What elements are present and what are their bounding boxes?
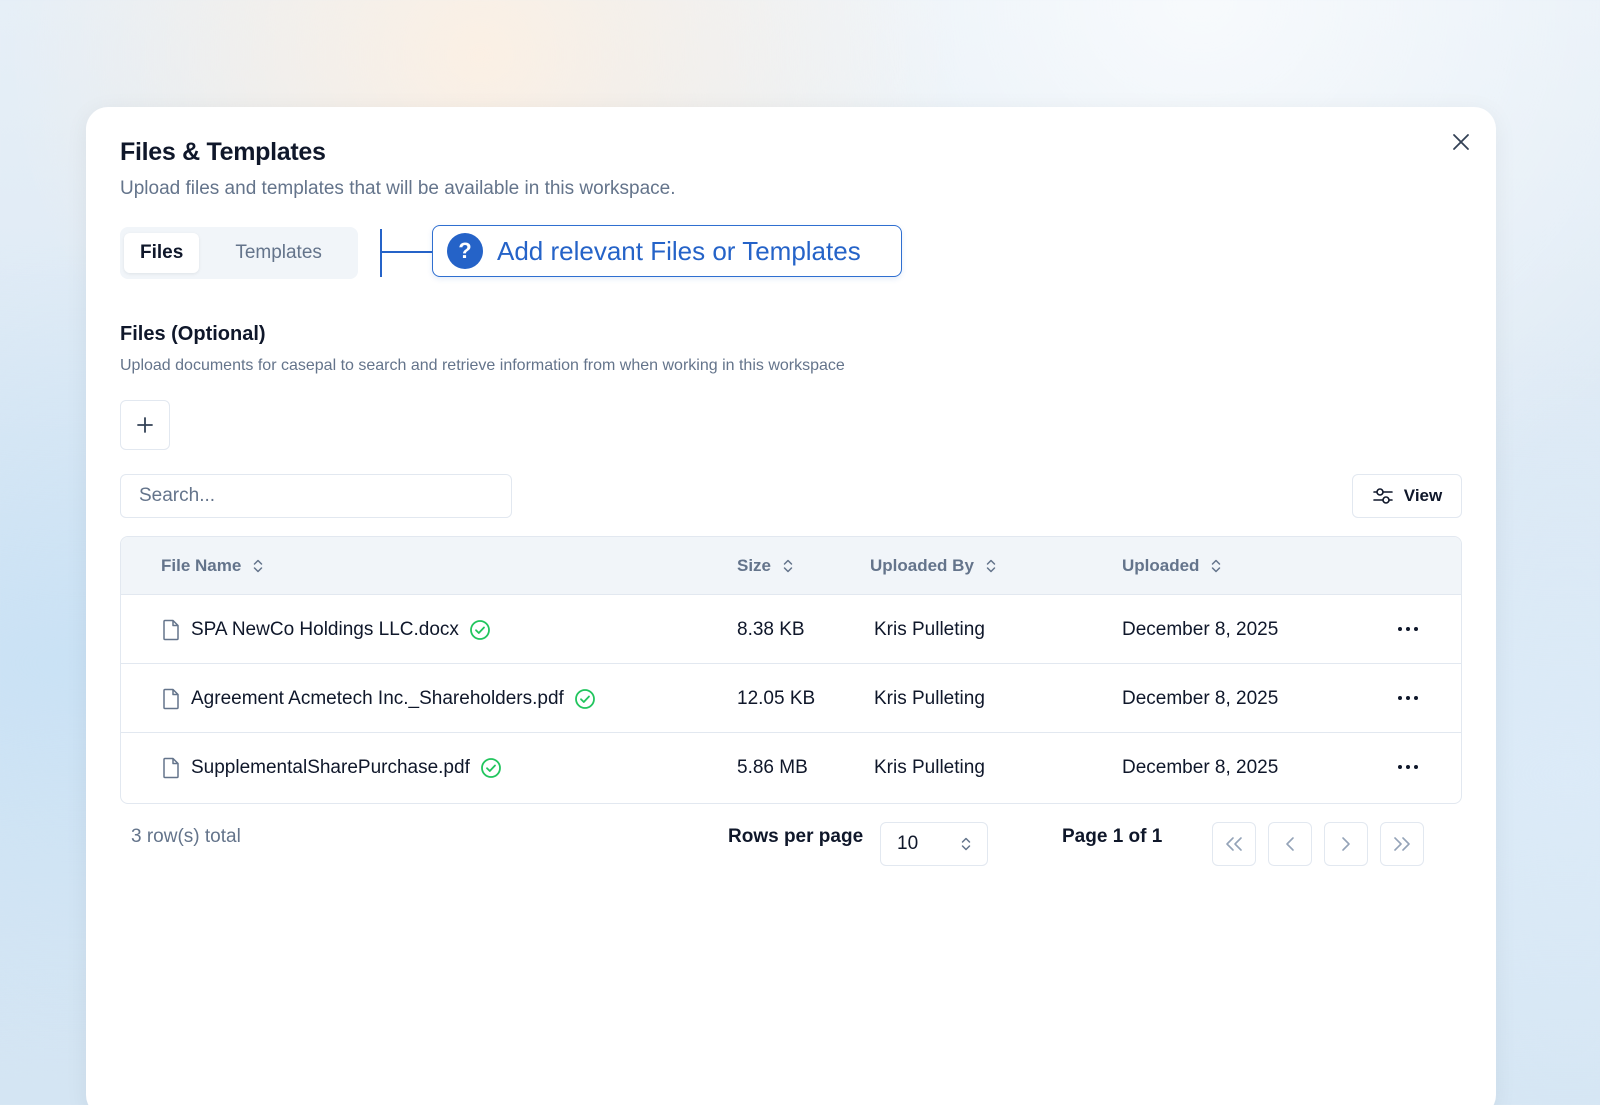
column-header-size[interactable]: Size [737, 537, 793, 595]
file-size: 5.86 MB [737, 756, 808, 778]
rows-per-page-value: 10 [897, 833, 919, 854]
row-actions-button[interactable] [1395, 755, 1421, 779]
file-name-cell: SPA NewCo Holdings LLC.docx [161, 595, 491, 664]
close-button[interactable] [1448, 129, 1474, 155]
more-horizontal-icon [1398, 696, 1418, 700]
section-title: Files (Optional) [120, 323, 266, 345]
column-header-uploaded-by[interactable]: Uploaded By [870, 537, 996, 595]
uploaded-date: December 8, 2025 [1122, 756, 1279, 778]
chevrons-left-icon [1226, 837, 1242, 851]
check-circle-icon [480, 757, 501, 778]
sort-icon [1212, 559, 1221, 573]
section-description: Upload documents for casepal to search a… [120, 357, 845, 374]
file-icon [163, 688, 179, 709]
view-button[interactable]: View [1352, 474, 1462, 518]
files-table: File Name Size Uploaded By Uploaded SPA … [120, 536, 1462, 804]
question-icon: ? [447, 233, 483, 269]
close-icon [1453, 134, 1469, 150]
check-circle-icon [470, 619, 490, 640]
row-actions-button[interactable] [1395, 617, 1421, 641]
file-size: 8.38 KB [737, 618, 805, 640]
column-header-label: Size [737, 556, 772, 575]
uploaded-date: December 8, 2025 [1122, 687, 1279, 709]
search-input[interactable] [120, 474, 512, 518]
dialog-subtitle: Upload files and templates that will be … [120, 178, 676, 199]
plus-icon [137, 417, 153, 433]
file-icon [163, 619, 179, 640]
tab-files[interactable]: Files [124, 233, 200, 273]
hint-callout: ? Add relevant Files or Templates [432, 225, 902, 277]
first-page-button[interactable] [1212, 822, 1256, 866]
uploaded-by: Kris Pulleting [874, 756, 985, 778]
column-header-file-name[interactable]: File Name [161, 537, 263, 595]
rows-per-page-select[interactable]: 10 [880, 822, 988, 866]
file-name: Agreement Acmetech Inc._Shareholders.pdf [191, 687, 564, 709]
column-header-label: Uploaded [1122, 556, 1200, 575]
last-page-button[interactable] [1380, 822, 1424, 866]
uploaded-by: Kris Pulleting [874, 618, 985, 640]
dialog-title: Files & Templates [120, 138, 326, 166]
uploaded-by: Kris Pulleting [874, 687, 985, 709]
row-actions-button[interactable] [1395, 686, 1421, 710]
tab-templates[interactable]: Templates [217, 233, 340, 273]
file-icon [163, 757, 179, 778]
next-page-button[interactable] [1324, 822, 1368, 866]
file-name-cell: SupplementalSharePurchase.pdf [161, 733, 502, 802]
sliders-icon [1372, 488, 1393, 504]
table-row[interactable]: SupplementalSharePurchase.pdf 5.86 MB Kr… [121, 733, 1461, 802]
sort-icon [254, 559, 263, 573]
tab-list: Files Templates [120, 227, 358, 279]
row-count: 3 row(s) total [131, 826, 241, 847]
hint-text: Add relevant Files or Templates [497, 235, 861, 266]
view-button-label: View [1403, 486, 1443, 505]
more-horizontal-icon [1398, 765, 1418, 769]
column-header-label: Uploaded By [870, 556, 974, 575]
page-info: Page 1 of 1 [1062, 826, 1163, 847]
files-templates-dialog: Files & Templates Upload files and templ… [86, 107, 1496, 1105]
chevron-up-down-icon [961, 837, 971, 851]
uploaded-date: December 8, 2025 [1122, 618, 1279, 640]
add-file-button[interactable] [120, 400, 170, 450]
file-name-cell: Agreement Acmetech Inc._Shareholders.pdf [161, 664, 596, 733]
hint-connector-line [381, 251, 433, 253]
sort-icon [986, 559, 996, 573]
table-row[interactable]: SPA NewCo Holdings LLC.docx 8.38 KB Kris… [121, 595, 1461, 664]
file-size: 12.05 KB [737, 687, 816, 709]
previous-page-button[interactable] [1268, 822, 1312, 866]
sort-icon [783, 559, 793, 573]
column-header-uploaded[interactable]: Uploaded [1122, 537, 1221, 595]
chevron-right-icon [1342, 837, 1350, 851]
table-header: File Name Size Uploaded By Uploaded [121, 537, 1461, 595]
hint-connector [380, 229, 382, 277]
file-name: SupplementalSharePurchase.pdf [191, 756, 470, 778]
column-header-label: File Name [161, 556, 242, 575]
more-horizontal-icon [1398, 627, 1418, 631]
chevrons-right-icon [1394, 837, 1410, 851]
table-row[interactable]: Agreement Acmetech Inc._Shareholders.pdf… [121, 664, 1461, 733]
chevron-left-icon [1286, 837, 1294, 851]
check-circle-icon [574, 688, 595, 709]
file-name: SPA NewCo Holdings LLC.docx [191, 618, 459, 640]
rows-per-page-label: Rows per page [728, 826, 864, 847]
